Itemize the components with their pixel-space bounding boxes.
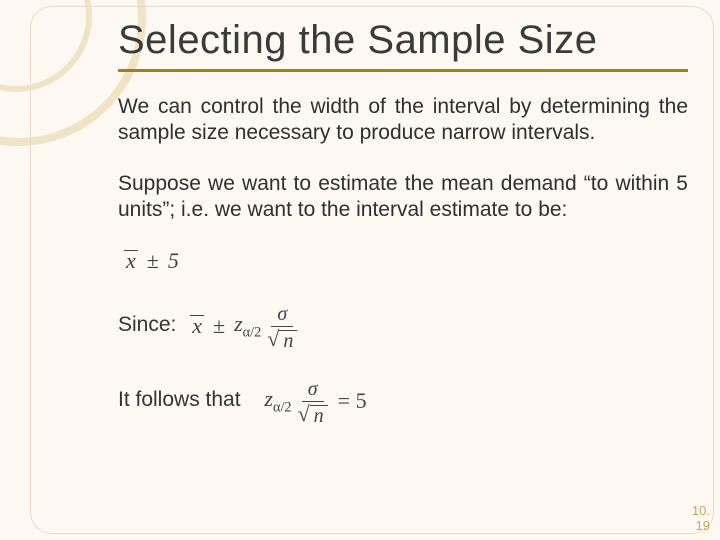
slide-title: Selecting the Sample Size	[118, 18, 688, 72]
follows-label: It follows that	[118, 388, 241, 411]
z-symbol: zα/2	[234, 311, 261, 341]
paragraph-1: We can control the width of the interval…	[118, 94, 688, 145]
equals-five: = 5	[334, 388, 367, 414]
fraction-sigma-over-rootn: σ √ n	[267, 304, 297, 351]
since-row: Since: x ± zα/2 σ √ n	[118, 302, 688, 349]
x-bar-2: x	[190, 313, 204, 339]
z-symbol-2: zα/2	[264, 386, 291, 416]
fraction-sigma-over-rootn-2: σ √ n	[298, 379, 328, 426]
equation-interval: x ± 5	[124, 248, 688, 274]
five: 5	[168, 248, 179, 274]
since-label: Since:	[118, 313, 176, 336]
plus-minus-2: ±	[210, 313, 228, 339]
plus-minus: ±	[144, 248, 162, 274]
page-number: 10. 19	[692, 504, 710, 534]
follows-row: It follows that zα/2 σ √ n = 5	[118, 377, 688, 424]
x-bar: x	[124, 248, 138, 274]
paragraph-2: Suppose we want to estimate the mean dem…	[118, 171, 688, 222]
slide-content: Selecting the Sample Size We can control…	[118, 18, 688, 442]
